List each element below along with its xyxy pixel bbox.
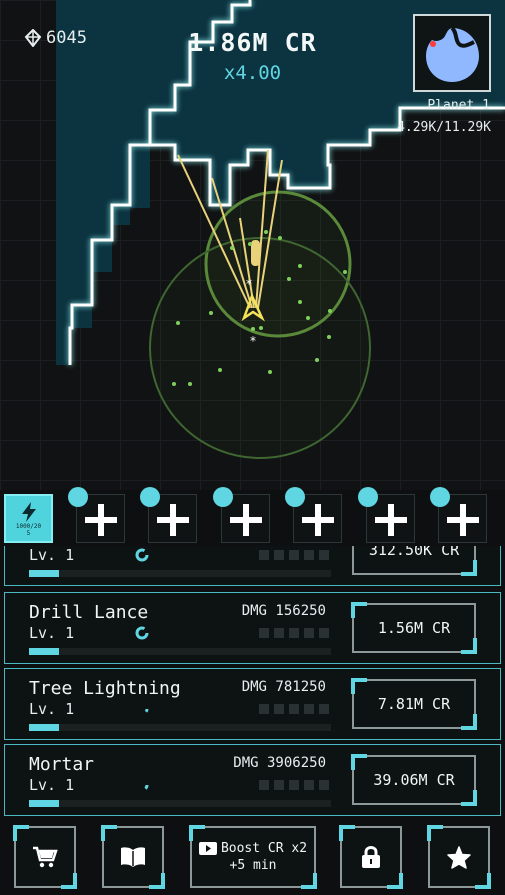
weapon-slot-empty[interactable] — [68, 487, 125, 543]
weapon-slot-empty[interactable] — [285, 487, 342, 543]
star-icon — [447, 845, 471, 869]
upgrade-card: Mortar Lv. 1 DMG 3906250 39.06M CR — [4, 744, 501, 816]
upgrade-damage: DMG 3906250 — [233, 755, 326, 771]
upgrade-level: Lv. 1 — [29, 546, 75, 564]
plus-icon — [157, 504, 189, 536]
planet-name: Planet 1 — [427, 98, 490, 113]
weapon-slot-row: 1000/20 5 — [0, 487, 505, 546]
buy-upgrade-button[interactable]: 312.50K CR — [352, 546, 477, 576]
book-icon — [121, 847, 145, 867]
weapon-slot-active[interactable]: 1000/20 5 — [4, 494, 53, 543]
upgrade-level: Lv. 1 — [29, 624, 75, 642]
achievements-button[interactable] — [427, 825, 491, 889]
upgrade-cost: 7.81M CR — [377, 695, 451, 713]
upgrade-progress-bar — [29, 648, 331, 655]
boost-label: Boost CR x2 — [220, 841, 308, 856]
upgrade-cost: 312.50K CR — [368, 546, 460, 559]
shop-button[interactable] — [13, 825, 77, 889]
weapon-slot-empty[interactable] — [140, 487, 197, 543]
upgrade-level: Lv. 1 — [29, 776, 75, 794]
loading-icon — [135, 778, 149, 792]
svg-text:*: * — [250, 334, 256, 348]
upgrade-progress-bar — [29, 570, 331, 577]
upgrade-damage: DMG 781250 — [241, 679, 326, 695]
plus-icon — [230, 504, 262, 536]
cart-icon — [33, 846, 58, 868]
boost-duration: +5 min — [229, 858, 277, 873]
upgrade-progress-bar — [29, 800, 331, 807]
upgrade-cost: 1.56M CR — [377, 619, 451, 637]
buy-upgrade-button[interactable]: 1.56M CR — [351, 602, 477, 654]
bottom-nav: Boost CR x2 +5 min — [0, 816, 505, 895]
play-icon — [198, 842, 217, 855]
upgrade-name: Mortar — [29, 754, 95, 775]
upgrade-name: Tree Lightning — [29, 678, 181, 699]
buy-upgrade-button[interactable]: 39.06M CR — [351, 754, 477, 806]
upgrade-card: Lv. 1 312.50K CR — [4, 546, 501, 586]
active-slot-label: 1000/20 5 — [15, 522, 42, 537]
weapon-slot-empty[interactable] — [430, 487, 487, 543]
plus-icon — [85, 504, 117, 536]
loading-icon — [135, 548, 149, 562]
game-view[interactable]: * * 6045 1.86M CR x4.00 Planet 1 4.29K/1… — [0, 0, 505, 490]
lock-icon — [362, 846, 380, 868]
codex-button[interactable] — [101, 825, 165, 889]
locked-button[interactable] — [339, 825, 403, 889]
upgrade-pips — [259, 780, 329, 790]
lightning-icon — [21, 501, 36, 522]
plus-icon — [375, 504, 407, 536]
upgrade-cost: 39.06M CR — [373, 771, 455, 789]
planet-button[interactable] — [413, 14, 491, 92]
upgrade-pips — [259, 550, 329, 560]
loading-icon — [135, 626, 149, 640]
upgrade-level: Lv. 1 — [29, 700, 75, 718]
upgrade-card: Tree Lightning Lv. 1 DMG 781250 7.81M CR — [4, 668, 501, 740]
upgrade-damage: DMG 156250 — [241, 603, 326, 619]
plus-icon — [447, 504, 479, 536]
plus-icon — [302, 504, 334, 536]
upgrade-progress-bar — [29, 724, 331, 731]
upgrade-card: Drill Lance Lv. 1 DMG 156250 1.56M CR — [4, 592, 501, 664]
boost-button[interactable]: Boost CR x2 +5 min — [189, 825, 317, 889]
loading-icon — [135, 702, 149, 716]
range-ring-outer — [149, 237, 371, 459]
planet-progress: 4.29K/11.29K — [397, 120, 491, 135]
upgrade-name: Drill Lance — [29, 602, 149, 623]
upgrade-pips — [259, 628, 329, 638]
svg-text:*: * — [246, 277, 252, 291]
weapon-slot-empty[interactable] — [358, 487, 415, 543]
upgrade-list[interactable]: Lv. 1 312.50K CR Drill Lance Lv. 1 DMG 1… — [0, 546, 505, 816]
buy-upgrade-button[interactable]: 7.81M CR — [351, 678, 477, 730]
weapon-slot-empty[interactable] — [213, 487, 270, 543]
planet-icon — [426, 26, 479, 82]
upgrade-pips — [259, 704, 329, 714]
